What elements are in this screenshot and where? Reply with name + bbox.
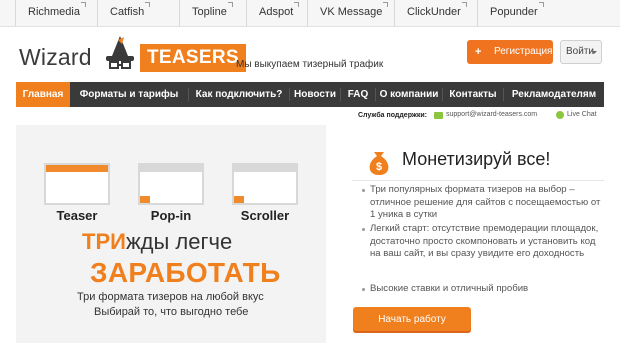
support-label: Служба поддержки: — [358, 112, 427, 119]
live-chat-link[interactable]: Live Chat — [567, 111, 597, 118]
mail-icon — [434, 112, 443, 119]
money-bag-icon: $ — [369, 152, 389, 175]
chevron-down-icon — [591, 51, 597, 54]
frame-header-bar — [140, 165, 202, 172]
bullet-dot — [362, 288, 365, 291]
main-nav: Главная Форматы и тарифы Как подключить?… — [16, 82, 604, 107]
nav-item-how-to-connect[interactable]: Как подключить? — [189, 82, 289, 107]
page: Richmedia Catfish Topline Adspot VK Mess… — [0, 0, 620, 343]
feature-bullet: Высокие ставки и отличный пробив — [362, 283, 606, 296]
promo-headline: ТРИжды легче — [82, 229, 233, 254]
nav-item-about[interactable]: О компании — [376, 82, 442, 107]
external-corner-icon — [80, 2, 86, 7]
popin-format-illustration — [138, 163, 204, 205]
login-dropdown-button[interactable]: Войти — [560, 40, 602, 64]
nav-item-faq[interactable]: FAQ — [341, 82, 375, 107]
network-bar: Richmedia Catfish Topline Adspot VK Mess… — [0, 0, 620, 27]
bullet-dot — [362, 189, 365, 192]
network-link-catfish[interactable]: Catfish — [97, 0, 154, 26]
support-email-link[interactable]: support@wizard-teasers.com — [446, 111, 537, 118]
nav-item-news[interactable]: Новости — [290, 82, 340, 107]
section-divider — [352, 180, 604, 181]
tagline: Мы выкупаем тизерный трафик — [236, 59, 384, 70]
nav-item-home[interactable]: Главная — [16, 82, 70, 107]
external-corner-icon — [145, 2, 151, 7]
network-link-vk-message[interactable]: VK Message — [307, 0, 392, 26]
external-corner-icon — [538, 2, 544, 7]
nav-item-advertisers[interactable]: Рекламодателям — [504, 82, 604, 107]
monetize-title: Монетизируй все! — [402, 149, 551, 169]
feature-bullet: Три популярных формата тизеров на выбор … — [362, 184, 606, 222]
nav-item-formats[interactable]: Форматы и тарифы — [70, 82, 188, 107]
svg-text:$: $ — [376, 161, 382, 173]
external-corner-icon — [383, 2, 389, 7]
teaser-format-illustration — [44, 163, 110, 205]
external-corner-icon — [227, 2, 233, 7]
bullet-dot — [362, 228, 365, 231]
plus-icon: + — [475, 46, 482, 58]
wizard-hat-logo-icon — [106, 36, 134, 69]
scroller-block — [234, 196, 244, 203]
network-link-popunder[interactable]: Popunder — [477, 0, 548, 26]
popin-block — [140, 196, 150, 203]
chat-icon — [556, 111, 564, 119]
format-label-popin: Pop-in — [150, 208, 192, 223]
login-label: Войти — [566, 46, 594, 57]
frame-header-bar — [234, 165, 296, 172]
promo-subtitle: Три формата тизеров на любой вкус — [77, 291, 264, 303]
scroller-format-illustration — [232, 163, 298, 205]
register-label: Регистрация — [494, 46, 553, 57]
frame-header-bar — [46, 165, 108, 172]
promo-headline-big: ЗАРАБОТАТЬ — [90, 257, 281, 288]
external-corner-icon — [461, 2, 467, 7]
promo-subtitle-2: Выбирай то, что выгодно тебе — [94, 306, 249, 318]
format-label-scroller: Scroller — [240, 208, 290, 223]
network-link-topline[interactable]: Topline — [179, 0, 237, 26]
network-link-adspot[interactable]: Adspot — [246, 0, 303, 26]
external-corner-icon — [294, 2, 300, 7]
network-link-clickunder[interactable]: ClickUnder — [394, 0, 471, 26]
logo-badge[interactable]: TEASERS — [140, 44, 246, 72]
register-button[interactable]: + Регистрация — [467, 40, 553, 64]
start-work-button[interactable]: Начать работу — [353, 307, 471, 333]
format-label-teaser: Teaser — [56, 208, 98, 223]
logo-wordmark[interactable]: Wizard — [19, 44, 92, 71]
nav-item-contacts[interactable]: Контакты — [443, 82, 503, 107]
network-link-richmedia[interactable]: Richmedia — [15, 0, 90, 26]
feature-bullet: Легкий старт: отсутствие премодерации пл… — [362, 223, 606, 261]
